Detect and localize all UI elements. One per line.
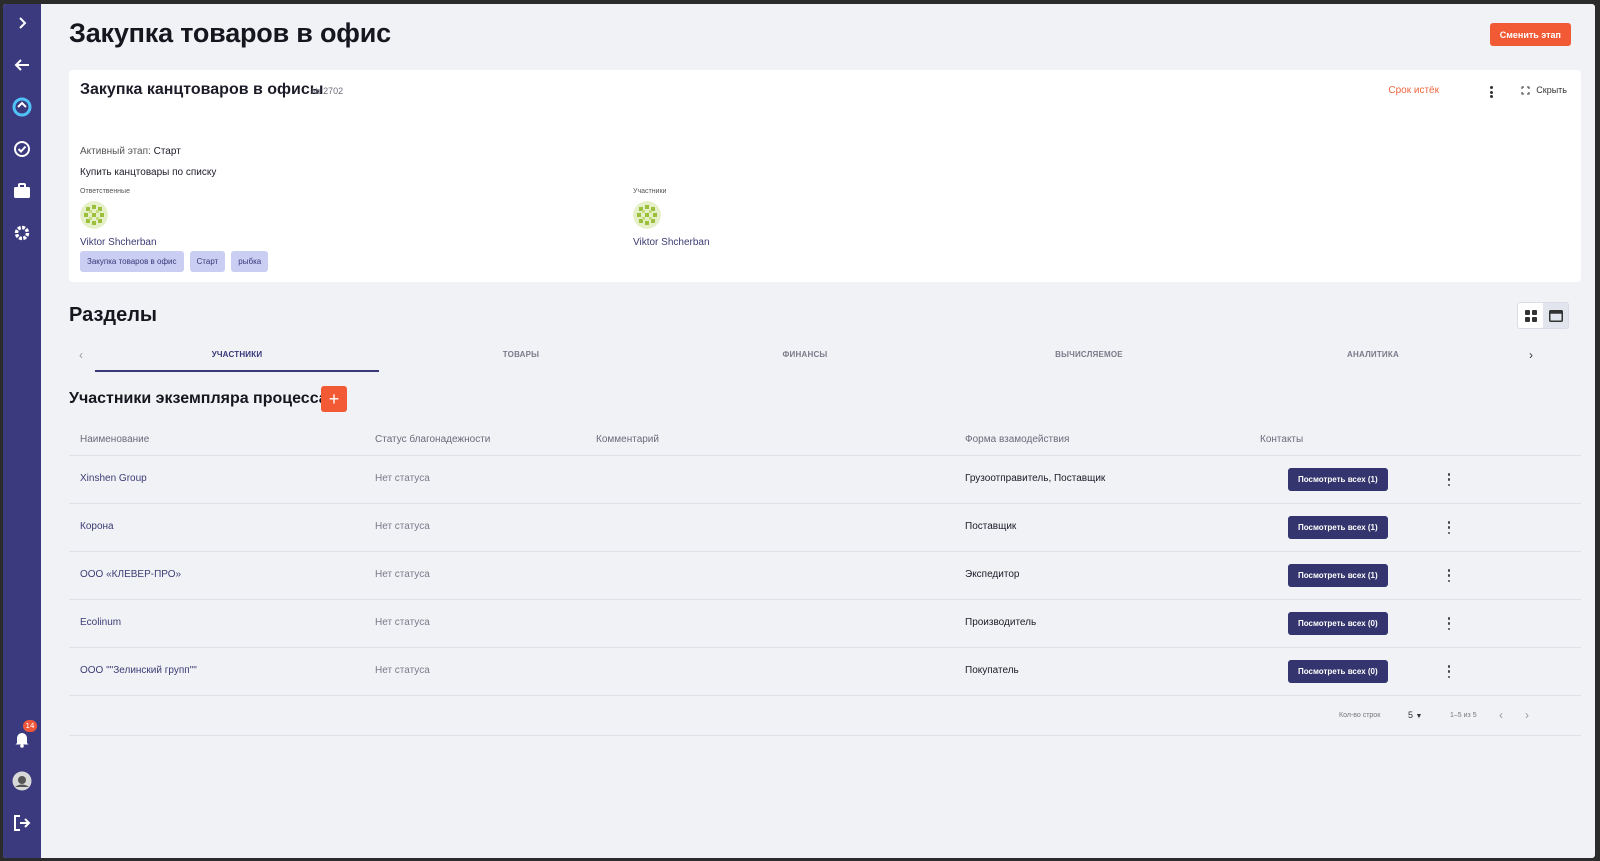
check-circle-icon[interactable] bbox=[3, 134, 41, 164]
tabs-prev-icon[interactable]: ‹ bbox=[71, 348, 91, 362]
tag-list: Закупка товаров в офис Старт рыбка bbox=[80, 251, 269, 272]
pagination: Кол-во строк 5 ▼ 1–5 из 5 ‹ › bbox=[69, 704, 1581, 736]
column-header[interactable]: Статус благонадежности bbox=[375, 434, 490, 445]
column-header[interactable]: Наименование bbox=[80, 434, 149, 445]
rows-per-page-label: Кол-во строк bbox=[1339, 712, 1381, 719]
rows-per-page-select[interactable]: 5 ▼ bbox=[1408, 710, 1422, 720]
row-menu-icon[interactable] bbox=[1446, 521, 1452, 534]
view-toggle bbox=[1517, 302, 1569, 329]
rows-per-page-value: 5 bbox=[1408, 710, 1414, 720]
tab-goods[interactable]: ТОВАРЫ bbox=[379, 350, 663, 359]
caret-down-icon: ▼ bbox=[1415, 713, 1423, 720]
tab-finances[interactable]: ФИНАНСЫ bbox=[663, 350, 947, 359]
app-logo-icon[interactable] bbox=[3, 92, 41, 122]
view-contacts-button[interactable]: Посмотреть всех (1) bbox=[1288, 468, 1388, 491]
participant-name-cell[interactable]: ООО «КЛЕВЕР-ПРО» bbox=[80, 569, 181, 580]
reliability-status-cell: Нет статуса bbox=[375, 521, 430, 532]
process-card: Закупка канцтоваров в офисы № 2702 Срок … bbox=[69, 70, 1581, 282]
page-range: 1–5 из 5 bbox=[1450, 712, 1477, 719]
row-menu-icon[interactable] bbox=[1446, 665, 1452, 678]
tab-analytics[interactable]: АНАЛИТИКА bbox=[1231, 350, 1515, 359]
reliability-status-cell: Нет статуса bbox=[375, 665, 430, 676]
process-number: № 2702 bbox=[311, 86, 344, 96]
row-menu-icon[interactable] bbox=[1446, 473, 1452, 486]
column-header[interactable]: Форма взамодействия bbox=[965, 434, 1069, 445]
active-tab-indicator bbox=[95, 370, 379, 372]
tab-participants[interactable]: УЧАСТНИКИ bbox=[95, 350, 379, 359]
tag-chip[interactable]: рыбка bbox=[231, 251, 269, 272]
view-contacts-button[interactable]: Посмотреть всех (1) bbox=[1288, 516, 1388, 539]
app-window: 14 Закупка товаров в офис Сменить этап З… bbox=[3, 4, 1595, 858]
column-header[interactable]: Контакты bbox=[1260, 434, 1303, 445]
active-stage-label: Активный этап: bbox=[80, 146, 151, 157]
process-title: Закупка канцтоваров в офисы bbox=[80, 81, 324, 98]
chevron-right-icon[interactable] bbox=[3, 8, 41, 38]
tag-chip[interactable]: Старт bbox=[189, 251, 226, 272]
active-stage: Активный этап: Старт bbox=[80, 146, 181, 157]
bell-icon[interactable]: 14 bbox=[3, 720, 41, 754]
prev-page-icon[interactable]: ‹ bbox=[1499, 708, 1503, 722]
card-menu-icon[interactable] bbox=[1485, 84, 1497, 100]
tab-computed[interactable]: ВЫЧИСЛЯЕМОЕ bbox=[947, 350, 1231, 359]
participant-avatar[interactable] bbox=[633, 201, 661, 229]
main-content: Закупка товаров в офис Сменить этап Заку… bbox=[41, 4, 1595, 858]
participant-name-cell[interactable]: Xinshen Group bbox=[80, 473, 147, 484]
table-header: Наименование Статус благонадежности Комм… bbox=[69, 424, 1581, 456]
sections-title: Разделы bbox=[69, 304, 157, 326]
add-participant-button[interactable]: + bbox=[321, 386, 347, 412]
deadline-status: Срок истёк bbox=[1388, 85, 1439, 96]
table-row: ООО «КЛЕВЕР-ПРО» Нет статуса Экспедитор … bbox=[69, 552, 1581, 600]
gear-icon[interactable] bbox=[3, 218, 41, 248]
sidebar: 14 bbox=[3, 4, 41, 858]
grid-view-icon[interactable] bbox=[1518, 303, 1543, 328]
table-row: ООО ""Зелинский групп"" Нет статуса Поку… bbox=[69, 648, 1581, 696]
view-contacts-button[interactable]: Посмотреть всех (0) bbox=[1288, 612, 1388, 635]
participants-title: Участники экземпляра процесса bbox=[69, 390, 328, 407]
view-contacts-button[interactable]: Посмотреть всех (1) bbox=[1288, 564, 1388, 587]
interaction-form-cell: Покупатель bbox=[965, 665, 1019, 676]
interaction-form-cell: Экспедитор bbox=[965, 569, 1020, 580]
reliability-status-cell: Нет статуса bbox=[375, 617, 430, 628]
arrow-left-icon[interactable] bbox=[3, 50, 41, 80]
hide-button[interactable]: Скрыть bbox=[1521, 85, 1567, 95]
responsible-name[interactable]: Viktor Shcherban bbox=[80, 237, 157, 248]
table-row: Ecolinum Нет статуса Производитель Посмо… bbox=[69, 600, 1581, 648]
participant-name-cell[interactable]: Ecolinum bbox=[80, 617, 121, 628]
user-avatar-icon[interactable] bbox=[3, 766, 41, 796]
row-menu-icon[interactable] bbox=[1446, 569, 1452, 582]
window-view-icon[interactable] bbox=[1543, 303, 1568, 328]
next-page-icon[interactable]: › bbox=[1525, 708, 1529, 722]
participants-table: Наименование Статус благонадежности Комм… bbox=[69, 424, 1581, 696]
participants-label: Участники bbox=[633, 188, 667, 195]
interaction-form-cell: Производитель bbox=[965, 617, 1037, 628]
table-row: Корона Нет статуса Поставщик Посмотреть … bbox=[69, 504, 1581, 552]
participant-name-cell[interactable]: Корона bbox=[80, 521, 114, 532]
logout-icon[interactable] bbox=[3, 808, 41, 838]
hide-label: Скрыть bbox=[1536, 85, 1567, 95]
reliability-status-cell: Нет статуса bbox=[375, 473, 430, 484]
process-description: Купить канцтовары по списку bbox=[80, 167, 217, 178]
tag-chip[interactable]: Закупка товаров в офис bbox=[80, 251, 184, 272]
active-stage-value: Старт bbox=[153, 146, 181, 157]
change-stage-button[interactable]: Сменить этап bbox=[1489, 23, 1571, 46]
participant-name[interactable]: Viktor Shcherban bbox=[633, 237, 710, 248]
table-row: Xinshen Group Нет статуса Грузоотправите… bbox=[69, 456, 1581, 504]
tabs-next-icon[interactable]: › bbox=[1521, 348, 1541, 362]
view-contacts-button[interactable]: Посмотреть всех (0) bbox=[1288, 660, 1388, 683]
responsible-label: Ответственные bbox=[80, 188, 130, 195]
interaction-form-cell: Поставщик bbox=[965, 521, 1017, 532]
section-tabs: ‹ УЧАСТНИКИ ТОВАРЫ ФИНАНСЫ ВЫЧИСЛЯЕМОЕ А… bbox=[69, 342, 1581, 374]
collapse-icon bbox=[1521, 86, 1530, 94]
participant-name-cell[interactable]: ООО ""Зелинский групп"" bbox=[80, 665, 197, 676]
page-title: Закупка товаров в офис bbox=[69, 18, 391, 48]
briefcase-icon[interactable] bbox=[3, 176, 41, 206]
interaction-form-cell: Грузоотправитель, Поставщик bbox=[965, 473, 1106, 484]
notifications-badge: 14 bbox=[23, 720, 37, 732]
column-header[interactable]: Комментарий bbox=[596, 434, 659, 445]
reliability-status-cell: Нет статуса bbox=[375, 569, 430, 580]
row-menu-icon[interactable] bbox=[1446, 617, 1452, 630]
responsible-avatar[interactable] bbox=[80, 201, 108, 229]
